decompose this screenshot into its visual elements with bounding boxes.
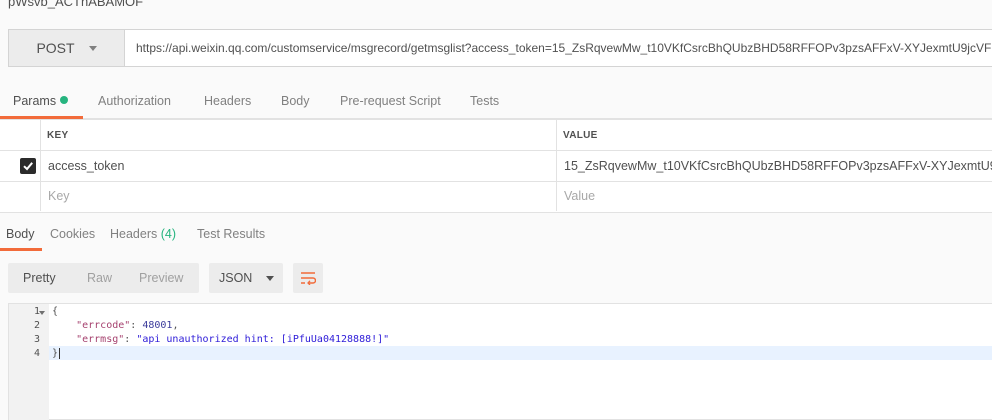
tab-params-label: Params [13,94,57,108]
json-string: "api unauthorized hint: [iPfuUa04128888!… [136,334,390,345]
method-dropdown[interactable]: POST [8,29,125,67]
request-name: pWsvb_ACThABAMOF [8,0,144,9]
code-line-4: } [52,348,61,359]
tab-test-results[interactable]: Test Results [197,227,265,241]
json-key: "errcode" [76,320,131,331]
format-label: JSON [219,271,253,285]
active-response-tab-indicator [0,248,42,251]
tab-response-body[interactable]: Body [6,227,35,241]
json-number: 48001 [142,320,173,331]
method-label: POST [36,40,75,56]
tab-tests[interactable]: Tests [470,94,499,108]
line-number: 2 [33,320,40,331]
json-key: "errmsg" [76,334,125,345]
pretty-button[interactable]: Pretty [23,271,56,285]
tab-body[interactable]: Body [281,94,310,108]
table-divider [0,150,992,151]
key-column-header: KEY [47,130,69,141]
param-key-cell[interactable]: access_token [48,159,548,173]
format-dropdown[interactable]: JSON [209,263,283,293]
chevron-down-icon [266,275,275,281]
preview-button[interactable]: Preview [139,271,183,285]
fold-arrow-icon[interactable] [39,311,45,315]
column-divider [556,120,557,211]
line-number: 4 [33,348,40,359]
param-value-cell[interactable]: 15_ZsRqvewMw_t10VKfCsrcBhQUbzBHD58RFFOPv… [564,159,992,173]
tab-response-headers[interactable]: Headers (4) [110,227,176,241]
new-key-input[interactable]: Key [48,189,70,203]
close-brace: } [52,348,59,359]
tab-params[interactable]: Params [13,94,69,108]
tab-response-headers-label: Headers [110,227,158,241]
check-icon [23,162,33,171]
tab-pre-request-script[interactable]: Pre-request Script [340,94,441,108]
code-line-3: "errmsg": "api unauthorized hint: [iPfuU… [76,334,390,345]
params-status-dot [60,96,69,104]
active-line-highlight [49,346,992,360]
value-column-header: VALUE [563,130,598,141]
open-brace: { [52,306,59,317]
line-number: 1 [33,306,40,317]
wrap-lines-button[interactable] [293,263,323,293]
raw-button[interactable]: Raw [87,271,112,285]
chevron-down-icon [88,45,97,51]
table-divider [0,181,992,182]
tab-authorization[interactable]: Authorization [98,94,171,108]
tab-cookies[interactable]: Cookies [50,227,95,241]
url-input[interactable]: https://api.weixin.qq.com/customservice/… [136,41,992,55]
tab-headers[interactable]: Headers [204,94,251,108]
column-divider [40,120,41,211]
line-number: 3 [33,334,40,345]
code-line-1: { [52,306,58,317]
param-checkbox[interactable] [20,158,36,174]
headers-count: (4) [160,227,177,241]
wrap-lines-icon [301,272,316,285]
new-value-input[interactable]: Value [564,189,595,203]
code-line-2: "errcode": 48001, [76,320,179,331]
text-cursor [59,348,61,359]
